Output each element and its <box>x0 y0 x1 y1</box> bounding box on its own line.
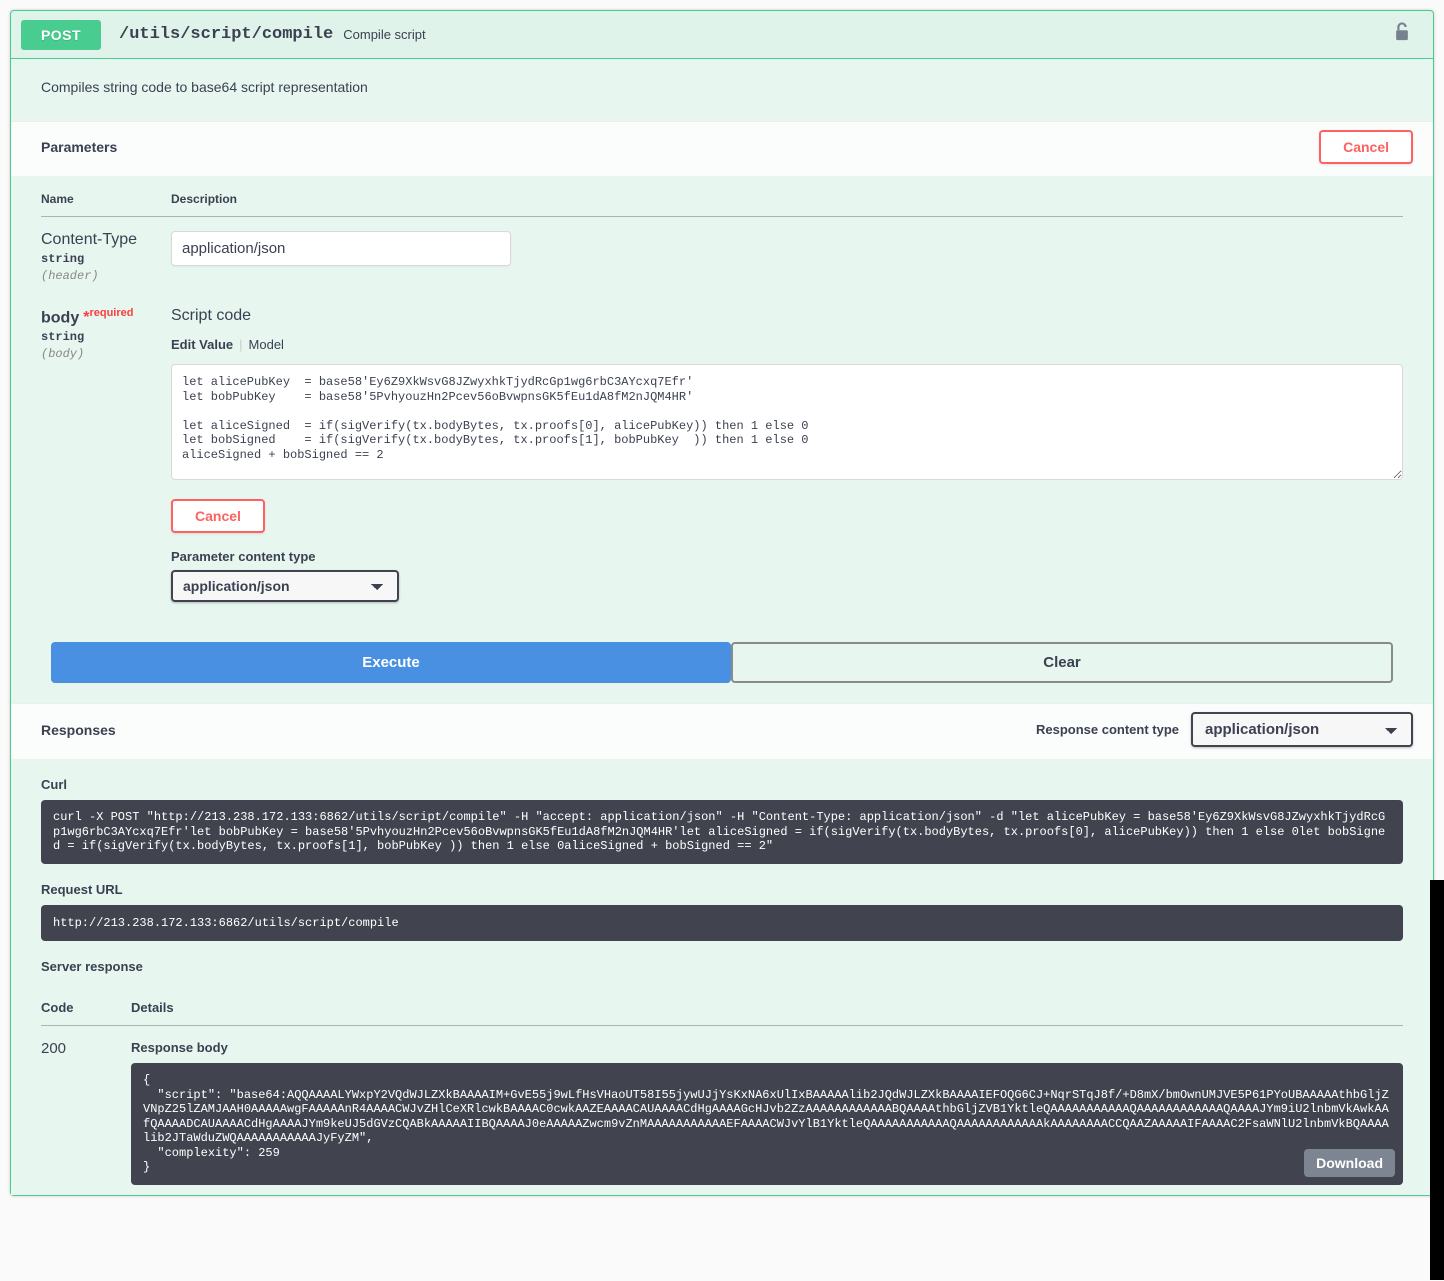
parameter-name-body: body*required <box>41 307 171 327</box>
column-header-details: Details <box>131 988 1403 1026</box>
parameters-header: Parameters Cancel <box>11 121 1433 176</box>
parameters-title: Parameters <box>41 139 117 155</box>
response-content-type-wrap: Response content type application/json <box>1036 712 1413 747</box>
response-status-code: 200 <box>41 1040 66 1057</box>
opblock-summary[interactable]: POST /utils/script/compile Compile scrip… <box>11 11 1433 59</box>
unlocked-padlock-icon <box>1393 21 1411 43</box>
body-cancel-button[interactable]: Cancel <box>171 499 265 533</box>
execute-button[interactable]: Execute <box>51 642 731 683</box>
required-star-icon: * <box>79 309 89 326</box>
parameter-type-content-type: string <box>41 249 171 266</box>
parameter-content-type-select[interactable]: application/json <box>171 570 399 602</box>
parameters-table-header-row: Name Description <box>41 176 1403 217</box>
request-url-label: Request URL <box>41 864 1403 905</box>
response-content-type-select[interactable]: application/json <box>1191 712 1413 747</box>
request-url-block[interactable]: http://213.238.172.133:6862/utils/script… <box>41 905 1403 942</box>
parameters-cancel-button[interactable]: Cancel <box>1319 130 1413 164</box>
column-header-code: Code <box>41 988 131 1026</box>
curl-command-block[interactable]: curl -X POST "http://213.238.172.133:686… <box>41 800 1403 864</box>
parameter-name-content-type: Content-Type <box>41 231 171 249</box>
parameter-name-body-text: body <box>41 309 79 326</box>
parameter-in-content-type: (header) <box>41 266 171 283</box>
body-value-textarea[interactable]: let alicePubKey = base58'Ey6Z9XkWsvG8JZw… <box>171 364 1403 480</box>
curl-label: Curl <box>41 759 1403 800</box>
parameters-table-wrap: Name Description Content-Type string (he… <box>11 176 1433 628</box>
operation-path: /utils/script/compile <box>101 25 343 44</box>
responses-title: Responses <box>41 722 116 738</box>
response-body-wrap: { "script": "base64:AQQAAAALYWxpY2VQdWJL… <box>131 1063 1403 1185</box>
server-response-row: 200 Response body { "script": "base64:AQ… <box>41 1026 1403 1185</box>
required-label: required <box>89 307 133 319</box>
action-buttons-row: Execute Clear <box>11 628 1433 703</box>
operation-description: Compiles string code to base64 script re… <box>11 59 1433 121</box>
response-body-label: Response body <box>131 1040 1403 1063</box>
authorization-lock-button[interactable] <box>1393 21 1413 48</box>
responses-header: Responses Response content type applicat… <box>11 703 1433 759</box>
parameter-type-body: string <box>41 327 171 344</box>
server-response-label: Server response <box>41 941 1403 982</box>
content-type-input[interactable] <box>171 231 511 266</box>
operation-summary: Compile script <box>343 27 1393 42</box>
response-content-type-label: Response content type <box>1036 722 1179 737</box>
download-button[interactable]: Download <box>1304 1149 1395 1177</box>
parameters-table: Name Description Content-Type string (he… <box>41 176 1403 612</box>
column-header-name: Name <box>41 176 171 217</box>
responses-body: Curl curl -X POST "http://213.238.172.13… <box>11 759 1433 1195</box>
opblock-post-compile: POST /utils/script/compile Compile scrip… <box>10 10 1434 1196</box>
body-editor-tabs: Edit Value|Model <box>171 337 1403 352</box>
swagger-operation-page: POST /utils/script/compile Compile scrip… <box>0 0 1444 1281</box>
tab-separator: | <box>233 337 248 352</box>
column-header-description: Description <box>171 176 1403 217</box>
body-parameter-description: Script code <box>171 307 1403 325</box>
server-response-table: Code Details 200 Response body <box>41 988 1403 1185</box>
server-response-header-row: Code Details <box>41 988 1403 1026</box>
response-body-block[interactable]: { "script": "base64:AQQAAAALYWxpY2VQdWJL… <box>131 1063 1403 1185</box>
tab-model[interactable]: Model <box>249 337 284 352</box>
clear-button[interactable]: Clear <box>731 642 1393 683</box>
parameter-row-content-type: Content-Type string (header) <box>41 217 1403 294</box>
parameter-in-body: (body) <box>41 344 171 361</box>
parameter-content-type-label: Parameter content type <box>171 539 1403 570</box>
parameter-row-body: body*required string (body) Script code … <box>41 293 1403 612</box>
http-method-badge: POST <box>21 20 101 50</box>
opblock-body: Compiles string code to base64 script re… <box>11 59 1433 1195</box>
page-scrollbar-thumb[interactable] <box>1430 880 1444 1280</box>
tab-edit-value[interactable]: Edit Value <box>171 337 233 352</box>
